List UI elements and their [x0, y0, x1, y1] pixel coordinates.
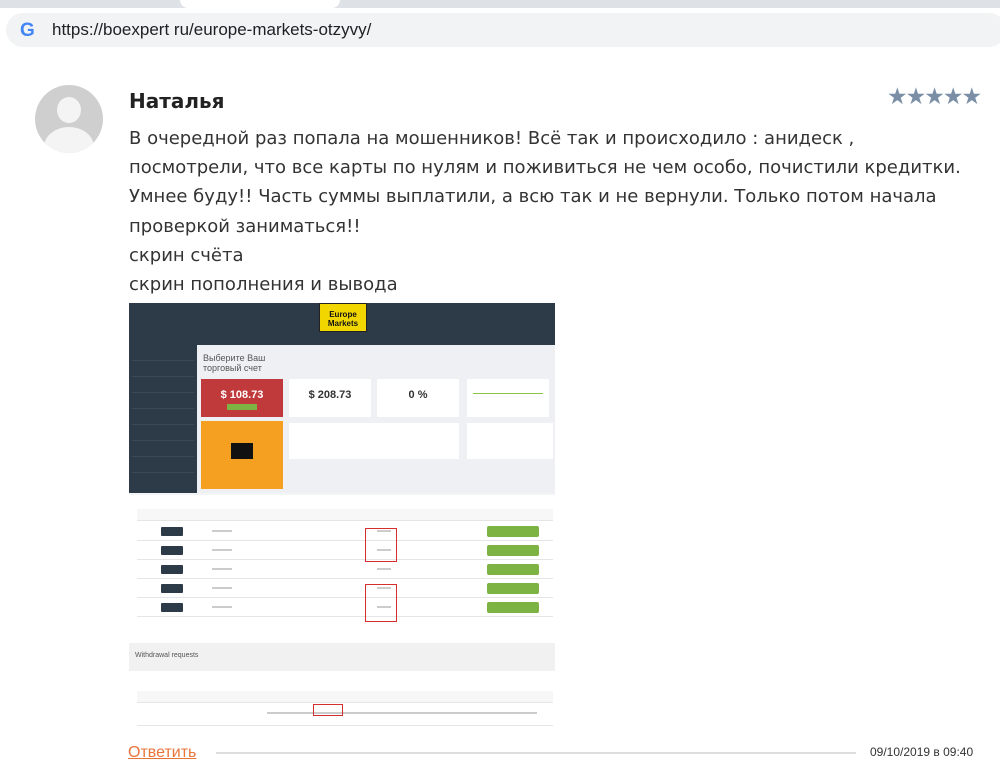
transactions-table: Withdrawal requests: [129, 495, 555, 735]
download-card: [201, 421, 283, 489]
highlight-box: [313, 704, 343, 716]
screenshot-sidebar: [129, 345, 197, 493]
star-icon: ★: [942, 84, 964, 110]
rating-stars: ★★★★★: [887, 84, 983, 110]
account-status-card: [467, 379, 549, 417]
margin-value: 0 %: [408, 389, 428, 401]
withdrawal-title: Withdrawal requests: [135, 652, 199, 659]
comment-line: скрин пополнения и вывода: [129, 274, 398, 296]
comment-line: скрин счёта: [129, 244, 244, 266]
screenshot-main: Выберите Ваш торговый счет $ 108.73 $ 20…: [197, 345, 555, 493]
star-icon: ★: [905, 84, 927, 110]
open-trades-panel: [289, 423, 459, 459]
table-header: [137, 691, 553, 703]
funds-value: $ 208.73: [308, 389, 352, 401]
comment-line: посмотрели, что все карты по нулям и пож…: [129, 157, 961, 179]
margin-card: 0 %: [377, 379, 459, 417]
attached-screenshot[interactable]: Europe Markets Выберите Ваш торговый сче…: [129, 303, 555, 735]
avatar: [35, 85, 103, 153]
comment-line: проверкой заниматься!!: [129, 215, 361, 237]
screenshot-title: Выберите Ваш торговый счет: [203, 353, 266, 373]
table-row: [137, 560, 553, 579]
highlight-box: [365, 584, 397, 622]
divider: [216, 752, 856, 754]
star-icon: ★: [887, 84, 908, 110]
comment-line: Умнее буду!! Часть суммы выплатили, а вс…: [129, 186, 937, 208]
comment-date: 09/10/2019 в 09:40: [870, 745, 974, 759]
table-row: [137, 579, 553, 598]
funds-card: $ 208.73: [289, 379, 371, 417]
browser-tab-strip: [0, 0, 1000, 8]
reply-link[interactable]: Ответить: [128, 744, 196, 762]
table-header: [137, 509, 553, 521]
browser-tab[interactable]: [180, 0, 340, 8]
table-row: [137, 598, 553, 617]
table-row: [137, 522, 553, 541]
balance-card: $ 108.73: [201, 379, 283, 417]
highlight-box: [365, 528, 397, 562]
comment-author: Наталья: [129, 89, 225, 113]
europe-markets-logo: Europe Markets: [319, 303, 367, 332]
table-row: [137, 541, 553, 560]
comment-text: В очередной раз попала на мошенников! Вс…: [129, 124, 979, 299]
url-text: https://boexpert ru/europe-markets-otzyv…: [52, 20, 372, 39]
screenshot-header: Europe Markets: [129, 303, 555, 345]
google-icon: G: [20, 20, 35, 41]
trade-volume-panel: [467, 423, 553, 459]
star-icon: ★: [924, 84, 945, 110]
star-icon: ★: [961, 84, 983, 110]
address-bar[interactable]: G https://boexpert ru/europe-markets-otz…: [6, 13, 1000, 47]
comment-line: В очередной раз попала на мошенников! Вс…: [129, 128, 855, 149]
balance-value: $ 108.73: [220, 389, 264, 401]
table-row: [137, 704, 553, 726]
